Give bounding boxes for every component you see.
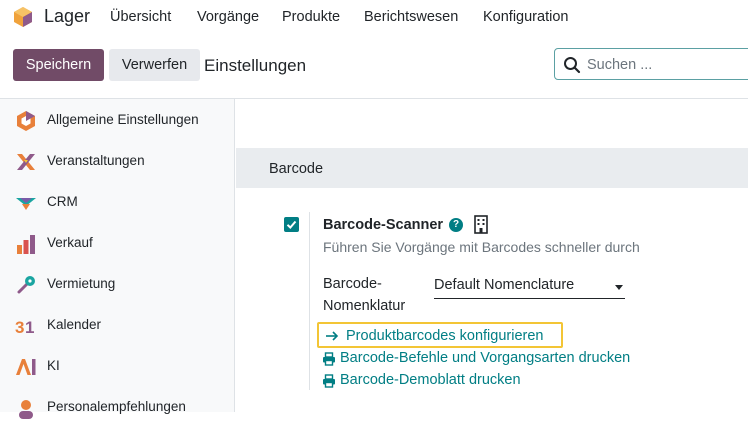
sidebar-item-general-settings[interactable]: Allgemeine Einstellungen — [0, 100, 234, 140]
sidebar-item-ai[interactable]: KI — [0, 346, 234, 386]
help-icon[interactable]: ? — [449, 218, 463, 232]
search-icon — [564, 57, 581, 74]
save-button[interactable]: Speichern — [13, 49, 104, 81]
sales-chart-icon — [17, 235, 35, 254]
sidebar-item-rental[interactable]: Vermietung — [0, 264, 234, 304]
sidebar-item-label: Verkauf — [47, 235, 93, 250]
sidebar-item-calendar[interactable]: 3 1 Kalender — [0, 305, 234, 345]
checkmark-icon — [286, 220, 297, 229]
menu-reporting[interactable]: Berichtswesen — [364, 9, 458, 25]
sidebar-item-label: Kalender — [47, 317, 102, 332]
menu-operations[interactable]: Vorgänge — [197, 9, 259, 25]
inventory-app-logo-icon[interactable] — [13, 6, 33, 28]
app-name[interactable]: Lager — [44, 6, 90, 27]
discard-button[interactable]: Verwerfen — [109, 49, 200, 81]
printer-icon — [323, 374, 335, 388]
nomenclature-label-line2: Nomenklatur — [323, 298, 406, 314]
setting-title: Barcode-Scanner — [323, 217, 444, 233]
sidebar-item-sales[interactable]: Verkauf — [0, 223, 234, 263]
page-title: Einstellungen — [204, 56, 307, 75]
events-icon — [17, 154, 35, 170]
setting-divider — [309, 212, 310, 390]
section-title: Barcode — [269, 161, 324, 177]
calendar-icon: 3 1 — [15, 318, 34, 337]
svg-text:3: 3 — [15, 318, 24, 337]
nomenclature-value: Default Nomenclature — [434, 277, 575, 293]
sidebar-item-label: Veranstaltungen — [47, 153, 145, 168]
nomenclature-label-line1: Barcode- — [323, 276, 382, 292]
sidebar-item-referrals[interactable]: Personalempfehlungen — [0, 387, 234, 427]
svg-text:1: 1 — [25, 318, 34, 337]
referral-icon — [19, 400, 33, 419]
sidebar-item-label: KI — [47, 358, 60, 373]
caret-down-icon — [615, 285, 623, 290]
crm-icon — [16, 198, 36, 210]
menu-products[interactable]: Produkte — [282, 9, 340, 25]
sidebar-item-crm[interactable]: CRM — [0, 182, 234, 222]
settings-hexagon-icon — [17, 111, 35, 131]
arrow-right-icon — [326, 331, 339, 341]
menu-overview[interactable]: Übersicht — [110, 9, 171, 25]
printer-icon — [323, 352, 335, 366]
company-building-icon — [474, 215, 488, 234]
print-barcode-commands-link[interactable]: Barcode-Befehle und Vorgangsarten drucke… — [340, 350, 630, 366]
setting-description: Führen Sie Vorgänge mit Barcodes schnell… — [323, 239, 640, 255]
print-demo-sheet-link[interactable]: Barcode-Demoblatt drucken — [340, 372, 521, 388]
sidebar-item-events[interactable]: Veranstaltungen — [0, 141, 234, 181]
search-placeholder: Suchen ... — [587, 57, 653, 73]
nomenclature-select[interactable]: Default Nomenclature — [434, 276, 625, 299]
sidebar-item-label: Vermietung — [47, 276, 116, 291]
rental-key-icon — [17, 276, 35, 294]
menu-configuration[interactable]: Konfiguration — [483, 9, 568, 25]
ai-icon — [16, 359, 36, 375]
barcode-scanner-checkbox[interactable] — [284, 217, 299, 232]
sidebar-item-label: Allgemeine Einstellungen — [47, 112, 199, 127]
configure-product-barcodes-link[interactable]: Produktbarcodes konfigurieren — [346, 328, 543, 344]
sidebar-item-label: CRM — [47, 194, 78, 209]
